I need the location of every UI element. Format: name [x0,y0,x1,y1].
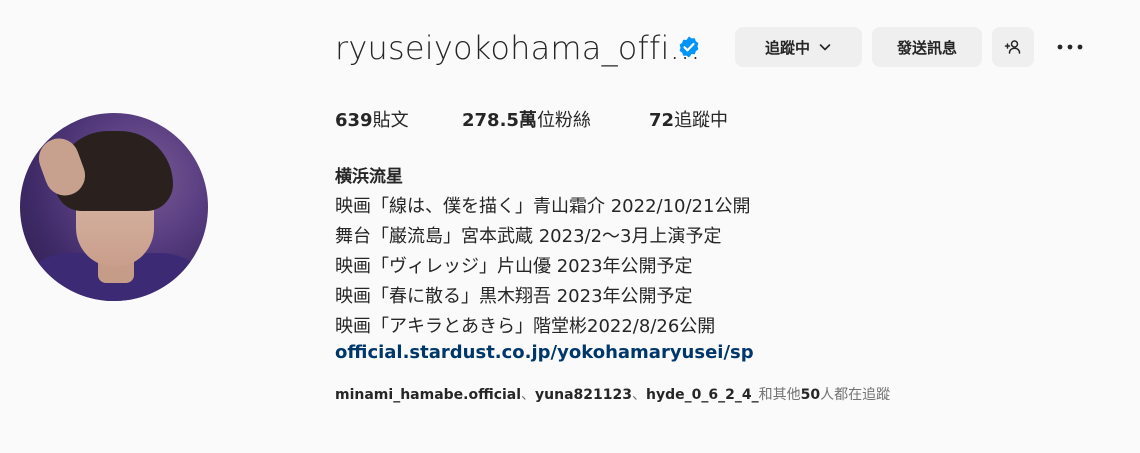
following-label: 追蹤中 [674,110,729,131]
following-button[interactable]: 追蹤中 [735,27,862,67]
avatar[interactable] [20,113,208,301]
separator: 、 [632,387,647,403]
username: ryuseiyokohama_offi... [335,29,701,67]
chevron-down-icon [819,44,831,51]
followed-by[interactable]: minami_hamabe.official、yuna821123、hyde_0… [335,384,890,404]
message-button[interactable]: 發送訊息 [872,27,982,67]
bio-line: 映画「線は、僕を描く」青山霜介 2022/10/21公開 [335,196,751,217]
posts-stat[interactable]: 639貼文 [335,106,409,132]
followed-by-user: minami_hamabe.official [335,387,522,403]
separator: 、 [521,387,536,403]
followers-stat[interactable]: 278.5萬位粉絲 [462,106,591,132]
followers-label: 位粉絲 [536,110,591,131]
message-button-label: 發送訊息 [896,38,957,57]
website-link[interactable]: official.stardust.co.jp/yokohamaryusei/s… [335,342,754,363]
bio-line: 映画「春に散る」黒木翔吾 2023年公開予定 [335,286,693,307]
following-count: 72 [649,110,675,131]
add-user-button[interactable] [992,27,1034,67]
verified-badge-icon [679,36,699,58]
followed-by-user: yuna821123 [535,387,633,403]
posts-label: 貼文 [372,110,409,131]
posts-count: 639 [335,110,373,131]
full-name: 横浜流星 [335,167,403,187]
followers-count: 278.5萬 [462,110,537,131]
followed-by-suffix: 人都在追蹤 [820,387,891,403]
following-button-label: 追蹤中 [764,38,810,57]
followed-by-others-count: 50 [800,387,821,403]
more-options-icon[interactable] [1055,37,1085,57]
add-user-icon [1004,40,1021,54]
followed-by-user: hyde_0_6_2_4_ [646,387,759,403]
bio-line: 映画「ヴィレッジ」片山優 2023年公開予定 [335,256,693,277]
following-stat[interactable]: 72追蹤中 [649,106,728,132]
bio-line: 映画「アキラとあきら」階堂彬2022/8/26公開 [335,316,716,337]
bio-line: 舞台「巌流島」宮本武蔵 2023/2～3月上演予定 [335,226,722,247]
followed-by-suffix: 和其他 [758,387,801,403]
